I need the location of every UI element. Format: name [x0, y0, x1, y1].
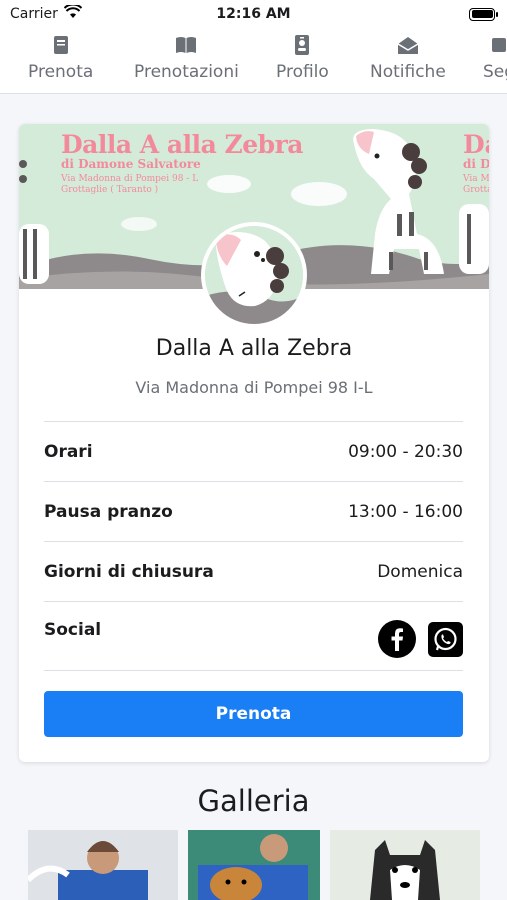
tab-label: Notifiche — [370, 62, 446, 82]
tab-prenotazioni[interactable]: Prenotazioni — [134, 34, 239, 82]
gallery-title: Galleria — [197, 784, 310, 818]
info-row-pausa-pranzo: Pausa pranzo 13:00 - 16:00 — [44, 481, 463, 541]
banner-subtitle: di Damone Salvatore — [61, 157, 201, 171]
shop-card: Dalla A alla Zebra di Damone Salvatore V… — [19, 124, 489, 762]
book-closed-icon — [53, 36, 68, 54]
info-row-orari: Orari 09:00 - 20:30 — [44, 421, 463, 481]
info-label: Orari — [44, 441, 93, 462]
top-tab-bar: Prenota Prenotazioni Profilo Notifiche S… — [0, 28, 507, 94]
info-row-giorni-chiusura: Giorni di chiusura Domenica — [44, 541, 463, 601]
info-value: 13:00 - 16:00 — [348, 501, 463, 522]
facebook-icon[interactable] — [378, 620, 416, 663]
info-label: Social — [44, 620, 102, 640]
banner-address-line: Via Mad — [463, 174, 489, 184]
info-value: 09:00 - 20:30 — [348, 441, 463, 462]
banner-address-line: Grottaglie ( Taranto ) — [61, 185, 159, 195]
status-bar: Carrier 12:16 AM — [0, 0, 507, 28]
gallery-image[interactable] — [28, 830, 178, 900]
banner-subtitle-repeat: di Dam — [463, 157, 489, 171]
book-open-icon — [176, 37, 197, 53]
banner-title: Dalla A alla Zebra — [61, 130, 303, 159]
envelope-open-icon — [397, 37, 419, 54]
banner-address-repeat: Via Mad Grottag — [463, 174, 489, 196]
book-button[interactable]: Prenota — [44, 691, 463, 737]
id-badge-icon — [295, 35, 310, 55]
banner-address-line: Via Madonna di Pompei 98 - L — [61, 174, 199, 184]
banner-address: Via Madonna di Pompei 98 - L Grottaglie … — [61, 174, 211, 196]
zebra-logo-icon — [205, 226, 303, 324]
whatsapp-icon[interactable] — [428, 621, 463, 662]
battery-icon — [469, 7, 498, 21]
gallery-image[interactable] — [330, 830, 480, 900]
wifi-icon — [63, 3, 83, 23]
info-row-social: Social — [44, 601, 463, 671]
tab-prenota[interactable]: Prenota — [28, 34, 93, 82]
info-value: Domenica — [377, 561, 463, 582]
tab-notifiche[interactable]: Notifiche — [370, 34, 446, 82]
banner-address-line: Grottag — [463, 185, 489, 195]
tab-label: Prenota — [28, 62, 94, 82]
gallery-image[interactable] — [188, 830, 320, 900]
shop-logo-avatar — [201, 222, 307, 328]
tab-profilo[interactable]: Profilo — [276, 34, 329, 82]
tab-label: Profilo — [276, 62, 329, 82]
tab-more[interactable]: Seg — [483, 34, 507, 82]
info-label: Pausa pranzo — [44, 501, 173, 522]
social-links — [378, 620, 463, 663]
shop-name: Dalla A alla Zebra — [155, 336, 353, 361]
more-icon — [492, 38, 507, 52]
info-label: Giorni di chiusura — [44, 561, 214, 582]
shop-address: Via Madonna di Pompei 98 I-L — [135, 378, 373, 397]
carrier-label: Carrier — [10, 6, 58, 22]
banner-title-repeat: Dal — [463, 130, 489, 159]
tab-label: Seg — [483, 62, 507, 82]
tab-label: Prenotazioni — [134, 62, 239, 82]
